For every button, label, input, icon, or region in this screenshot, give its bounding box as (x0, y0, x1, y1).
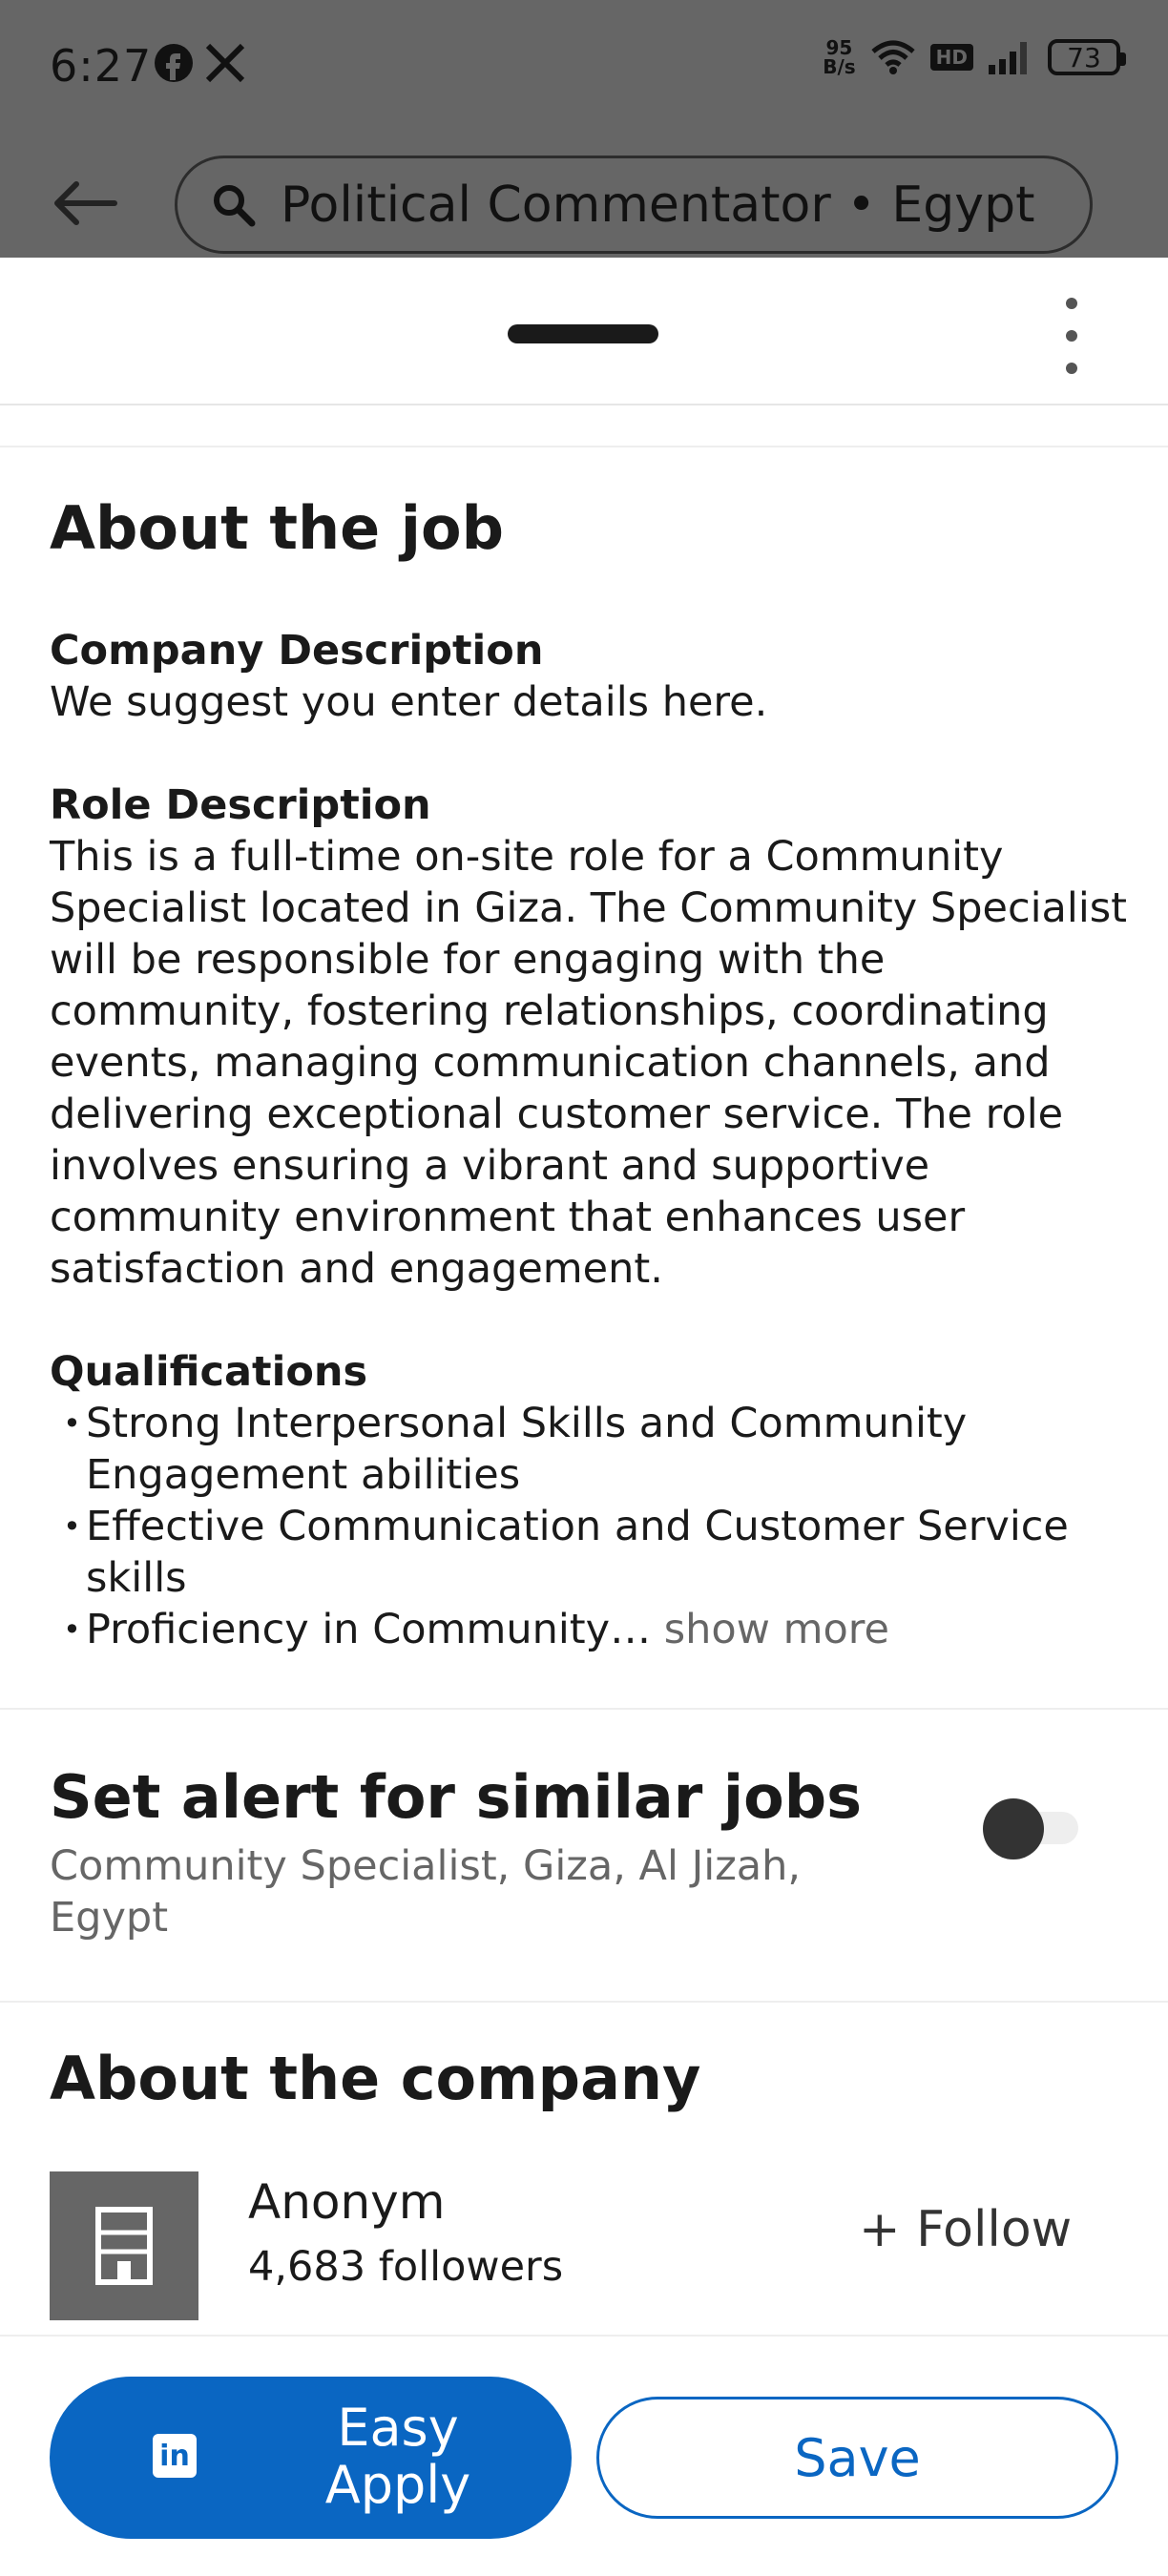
battery-icon: 73 (1048, 39, 1126, 75)
hd-badge: HD (929, 44, 973, 71)
list-item: Proficiency in Community… show more (50, 1604, 1128, 1655)
notification-icons (153, 42, 246, 84)
status-right: 95 B/s HD 73 (823, 36, 1126, 78)
signal-icon (989, 42, 1027, 74)
divider (0, 1708, 1168, 1710)
save-button[interactable]: Save (596, 2397, 1118, 2519)
list-item: Effective Communication and Customer Ser… (50, 1501, 1128, 1604)
search-query: Political Commentator • Egypt (281, 176, 1035, 234)
company-logo[interactable] (50, 2171, 198, 2320)
sheet-header (0, 258, 1168, 405)
follow-button[interactable]: + Follow (859, 2201, 1072, 2258)
role-description-heading: Role Description (50, 781, 431, 829)
drag-handle[interactable] (508, 324, 658, 343)
battery-level: 73 (1067, 41, 1101, 73)
company-followers: 4,683 followers (248, 2243, 564, 2291)
back-arrow-icon[interactable] (48, 175, 124, 232)
company-name[interactable]: Anonym (248, 2174, 445, 2230)
job-description: Company Description We suggest you enter… (50, 625, 1128, 1655)
about-job-title: About the job (50, 493, 504, 563)
about-company-title: About the company (50, 2044, 701, 2113)
search-icon (214, 184, 256, 226)
show-more-link[interactable]: show more (651, 1606, 889, 1653)
status-time: 6:27 (50, 40, 153, 92)
qualifications-list: Strong Interpersonal Skills and Communit… (50, 1398, 1128, 1655)
easy-apply-button[interactable]: in Easy Apply (50, 2377, 572, 2539)
job-alert-toggle[interactable] (983, 1798, 1082, 1859)
bottom-action-bar: in Easy Apply Save (0, 2335, 1168, 2576)
facebook-icon (155, 44, 193, 82)
list-item: Strong Interpersonal Skills and Communit… (50, 1398, 1128, 1501)
easy-apply-label: Easy Apply (324, 2398, 471, 2515)
search-header: Political Commentator • Egypt (0, 138, 1168, 258)
job-details: About the job Company Description We sug… (0, 407, 1168, 2335)
job-alert-criteria: Community Specialist, Giza, Al Jizah, Eg… (50, 1842, 802, 1942)
search-field[interactable]: Political Commentator • Egypt (175, 156, 1093, 254)
qualifications-heading: Qualifications (50, 1348, 368, 1396)
company-description-text: We suggest you enter details here. (50, 678, 768, 726)
divider (0, 446, 1168, 447)
role-description-text: This is a full-time on-site role for a C… (50, 833, 1128, 1293)
status-bar: 6:27 95 B/s HD 73 (0, 0, 1168, 138)
more-options-icon[interactable] (1057, 298, 1086, 374)
company-description-heading: Company Description (50, 627, 544, 675)
divider (0, 2001, 1168, 2003)
building-icon (95, 2207, 153, 2285)
wifi-icon (871, 40, 915, 74)
x-icon (205, 43, 245, 83)
net-speed: 95 B/s (823, 36, 856, 78)
job-alert-title: Set alert for similar jobs (50, 1762, 862, 1832)
linkedin-icon: in (153, 2434, 197, 2478)
